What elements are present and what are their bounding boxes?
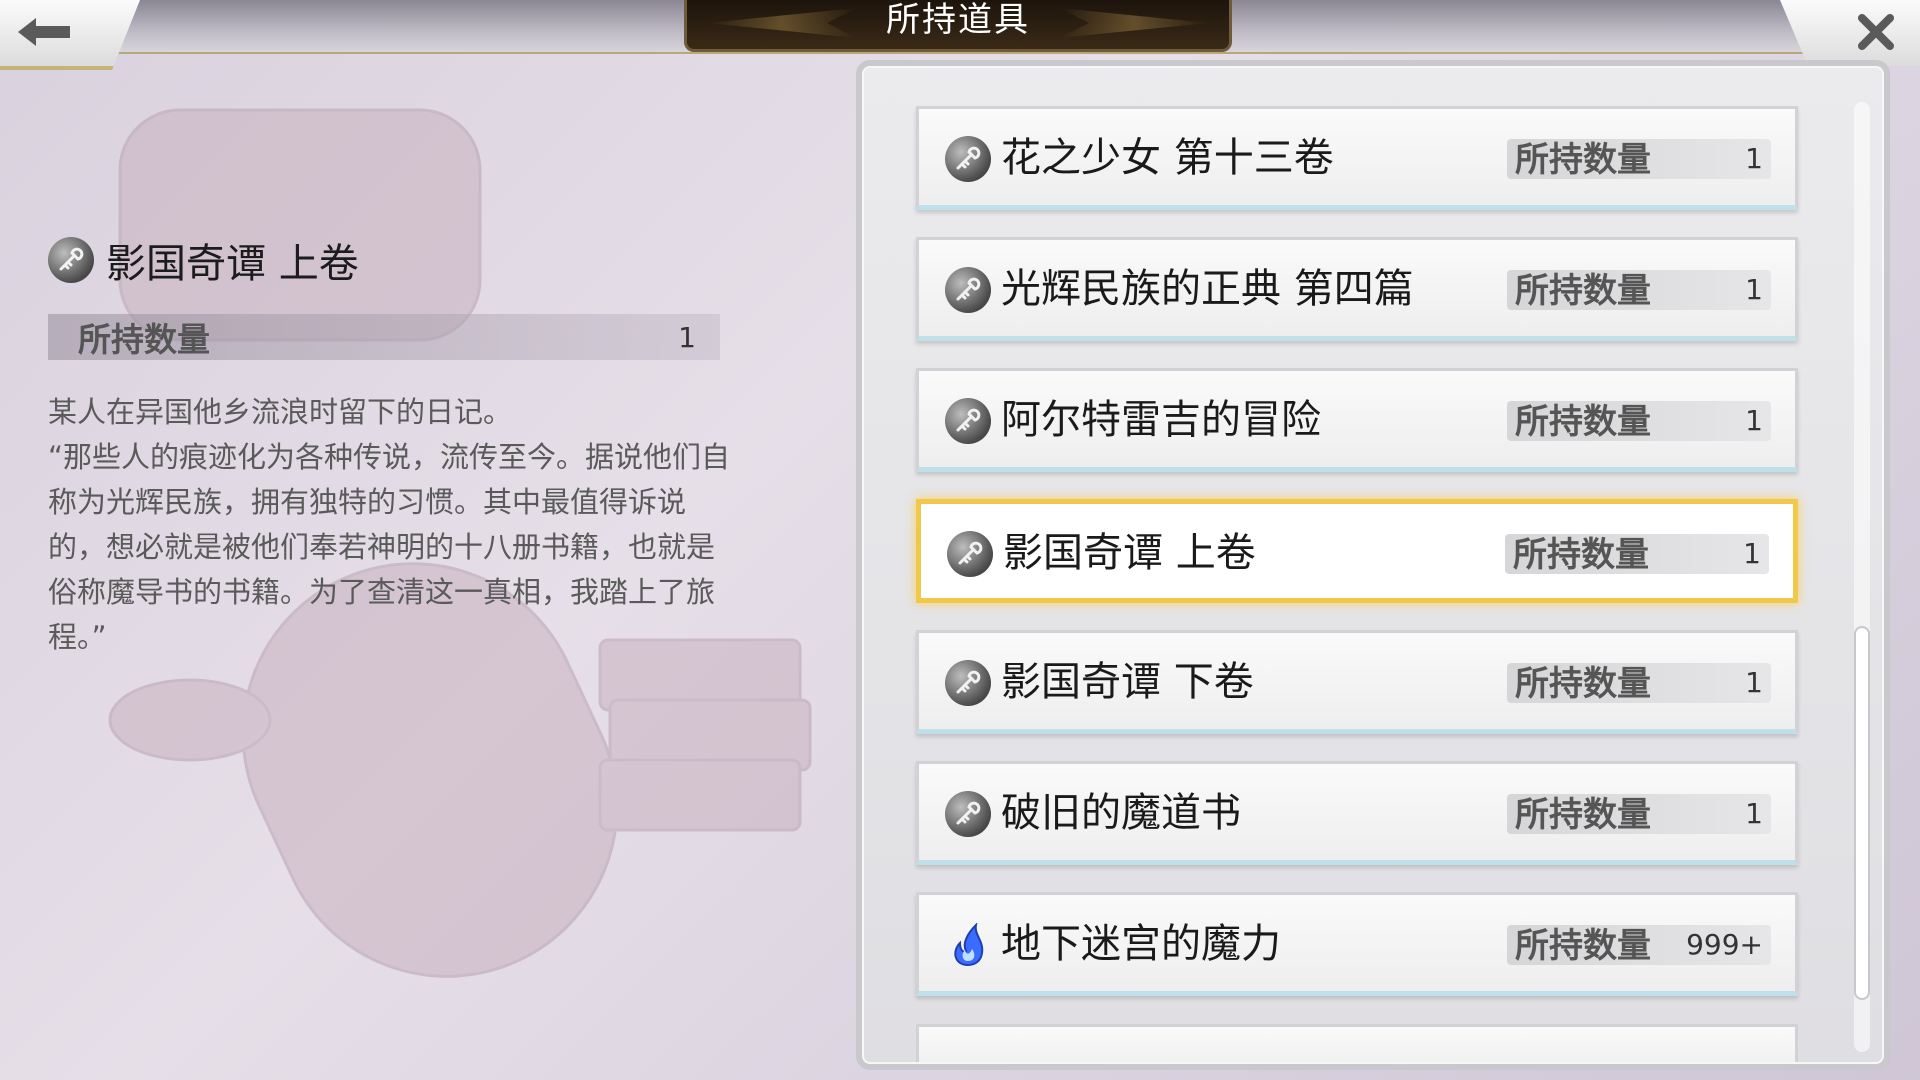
item-name: 地下迷宫的魔力 [1001, 921, 1281, 967]
count-label: 所持数量 [1515, 402, 1651, 442]
list-item[interactable]: 地下迷宫的魔力 所持数量 999+ [916, 892, 1798, 996]
count-value: 1 [1745, 273, 1763, 306]
item-name: 破旧的魔道书 [1001, 790, 1241, 836]
detail-header: 影国奇谭 上卷 [48, 232, 728, 288]
book-key-icon [945, 791, 991, 837]
count-value: 1 [1743, 537, 1761, 570]
close-button[interactable] [1780, 0, 1920, 66]
book-key-icon [48, 237, 94, 283]
count-value: 1 [1745, 404, 1763, 437]
item-name: 影国奇谭 上卷 [1003, 530, 1256, 576]
item-count-bar: 所持数量 1 [1507, 401, 1771, 442]
count-label: 所持数量 [1515, 271, 1651, 311]
item-detail: 影国奇谭 上卷 所持数量 1 某人在异国他乡流浪时留下的日记。 “那些人的痕迹化… [48, 232, 730, 660]
list-item[interactable]: 影国奇谭 下卷 所持数量 1 [916, 630, 1798, 734]
detail-count-bar: 所持数量 1 [48, 314, 720, 360]
count-value: 1 [1745, 142, 1763, 175]
item-count-bar: 所持数量 999+ [1507, 925, 1771, 966]
count-value: 1 [1745, 666, 1763, 699]
book-key-icon [947, 531, 993, 577]
back-arrow-icon [18, 18, 70, 46]
item-count-bar: 所持数量 1 [1507, 794, 1771, 835]
count-label: 所持数量 [78, 320, 210, 359]
item-name: 光辉民族的正典 第四篇 [1001, 266, 1414, 312]
item-count-bar: 所持数量 1 [1507, 270, 1771, 311]
item-count-bar: 所持数量 1 [1505, 534, 1769, 575]
item-name: 花之少女 第十三卷 [1001, 135, 1334, 181]
scrollbar-thumb[interactable] [1854, 626, 1870, 1000]
count-value: 1 [1745, 797, 1763, 830]
book-key-icon [945, 398, 991, 444]
book-key-icon [945, 267, 991, 313]
book-key-icon [945, 136, 991, 182]
item-description: 某人在异国他乡流浪时留下的日记。 “那些人的痕迹化为各种传说，流传至今。据说他们… [48, 395, 731, 654]
count-value: 999+ [1686, 928, 1763, 961]
blue-flame-icon [945, 922, 991, 968]
item-count-bar: 所持数量 1 [1507, 139, 1771, 180]
title-plate: 所持道具 [684, 0, 1232, 52]
list-item[interactable]: 破旧的魔道书 所持数量 1 [916, 761, 1798, 865]
list-item[interactable]: 花之少女 第十三卷 所持数量 1 [916, 106, 1798, 210]
count-label: 所持数量 [1513, 535, 1649, 575]
detail-item-name: 影国奇谭 上卷 [106, 241, 359, 287]
count-label: 所持数量 [1515, 926, 1651, 966]
count-label: 所持数量 [1515, 795, 1651, 835]
count-label: 所持数量 [1515, 664, 1651, 704]
item-name: 阿尔特雷吉的冒险 [1001, 397, 1321, 443]
list-item[interactable]: 阿尔特雷吉的冒险 所持数量 1 [916, 368, 1798, 472]
list-item-selected[interactable]: 影国奇谭 上卷 所持数量 1 [916, 499, 1798, 603]
item-count-bar: 所持数量 1 [1507, 663, 1771, 704]
count-value: 1 [678, 320, 696, 354]
count-label: 所持数量 [1515, 140, 1651, 180]
item-list-panel: 花之少女 第十三卷 所持数量 1 光辉民族的正典 第四篇 所持数量 1 阿尔特雷… [856, 60, 1890, 1070]
book-key-icon [945, 660, 991, 706]
page-title: 所持道具 [886, 0, 1030, 40]
close-icon [1858, 14, 1894, 50]
list-item-partial[interactable] [916, 1024, 1798, 1064]
item-name: 影国奇谭 下卷 [1001, 659, 1254, 705]
list-item[interactable]: 光辉民族的正典 第四篇 所持数量 1 [916, 237, 1798, 341]
